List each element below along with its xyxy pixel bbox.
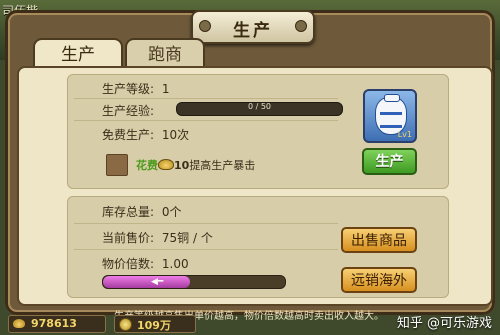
exp-row: 生产经验: xyxy=(102,102,158,119)
boost-cost: 10 xyxy=(174,159,190,172)
boost-text: 10提高生产暴击 xyxy=(174,157,255,173)
item-level: Lv1 xyxy=(397,130,412,139)
coin-counter: 109万 xyxy=(114,315,196,333)
watermark: 知乎 @可乐游戏 xyxy=(396,316,492,331)
stock-value: 0个 xyxy=(161,205,182,219)
multiplier-bar: ◀━ xyxy=(102,275,286,289)
tab-trading[interactable]: 跑商 xyxy=(125,38,205,68)
production-section: 生产等级: 1 生产经验: 0 / 50 免费生产: 10次 花费 10提高生产… xyxy=(67,74,449,189)
gold-counter: 978613 xyxy=(8,315,106,333)
multiplier-value: 1.00 xyxy=(161,257,189,271)
free-value: 10次 xyxy=(161,128,190,142)
divider xyxy=(74,98,338,99)
boost-description: 提高生产暴击 xyxy=(189,159,256,172)
level-row: 生产等级: 1 xyxy=(102,80,174,97)
produce-button[interactable]: 生产 xyxy=(362,148,417,175)
stock-row: 库存总量: 0个 xyxy=(102,203,186,220)
sales-section: 库存总量: 0个 当前售价: 75铜 / 个 物价倍数: 1.00 ◀━ 出售商… xyxy=(67,196,449,298)
gold-ingot-icon xyxy=(158,159,174,170)
level-value: 1 xyxy=(161,82,170,96)
coin-icon xyxy=(119,318,132,331)
exp-value: 0 / 50 xyxy=(247,102,272,111)
boost-checkbox[interactable] xyxy=(106,154,128,176)
sell-goods-button[interactable]: 出售商品 xyxy=(341,227,417,253)
free-row: 免费生产: 10次 xyxy=(102,126,193,143)
exp-label: 生产经验: xyxy=(102,104,155,118)
tab-production[interactable]: 生产 xyxy=(33,38,123,68)
item-slot[interactable]: Lv1 xyxy=(363,89,417,143)
multiplier-label: 物价倍数: xyxy=(102,257,155,271)
content-area: 生产等级: 1 生产经验: 0 / 50 免费生产: 10次 花费 10提高生产… xyxy=(17,66,493,306)
price-row: 当前售价: 75铜 / 个 xyxy=(102,229,217,246)
multiplier-bar-fill xyxy=(103,276,191,288)
flower-label: 花费 xyxy=(136,159,158,172)
arrow-left-icon: ◀━ xyxy=(151,277,164,287)
stock-label: 库存总量: xyxy=(102,205,155,219)
window-title-plate: 生产 xyxy=(191,10,315,44)
divider xyxy=(74,120,338,121)
production-panel: 生产 生产 跑商 生产等级: 1 生产经验: 0 / 50 免费生产: 10次 … xyxy=(5,10,495,322)
exp-progress-bar: 0 / 50 xyxy=(176,102,343,116)
divider xyxy=(74,223,338,224)
divider xyxy=(74,249,338,250)
gold-value: 978613 xyxy=(31,317,77,330)
coin-value: 109万 xyxy=(137,319,171,332)
multiplier-row: 物价倍数: 1.00 xyxy=(102,255,193,272)
export-overseas-button[interactable]: 远销海外 xyxy=(341,267,417,293)
right-knob-icon xyxy=(295,20,307,32)
free-label: 免费生产: xyxy=(102,128,155,142)
gold-ingot-icon xyxy=(13,319,25,328)
price-value: 75铜 / 个 xyxy=(161,231,213,245)
price-label: 当前售价: xyxy=(102,231,155,245)
level-label: 生产等级: xyxy=(102,82,155,96)
